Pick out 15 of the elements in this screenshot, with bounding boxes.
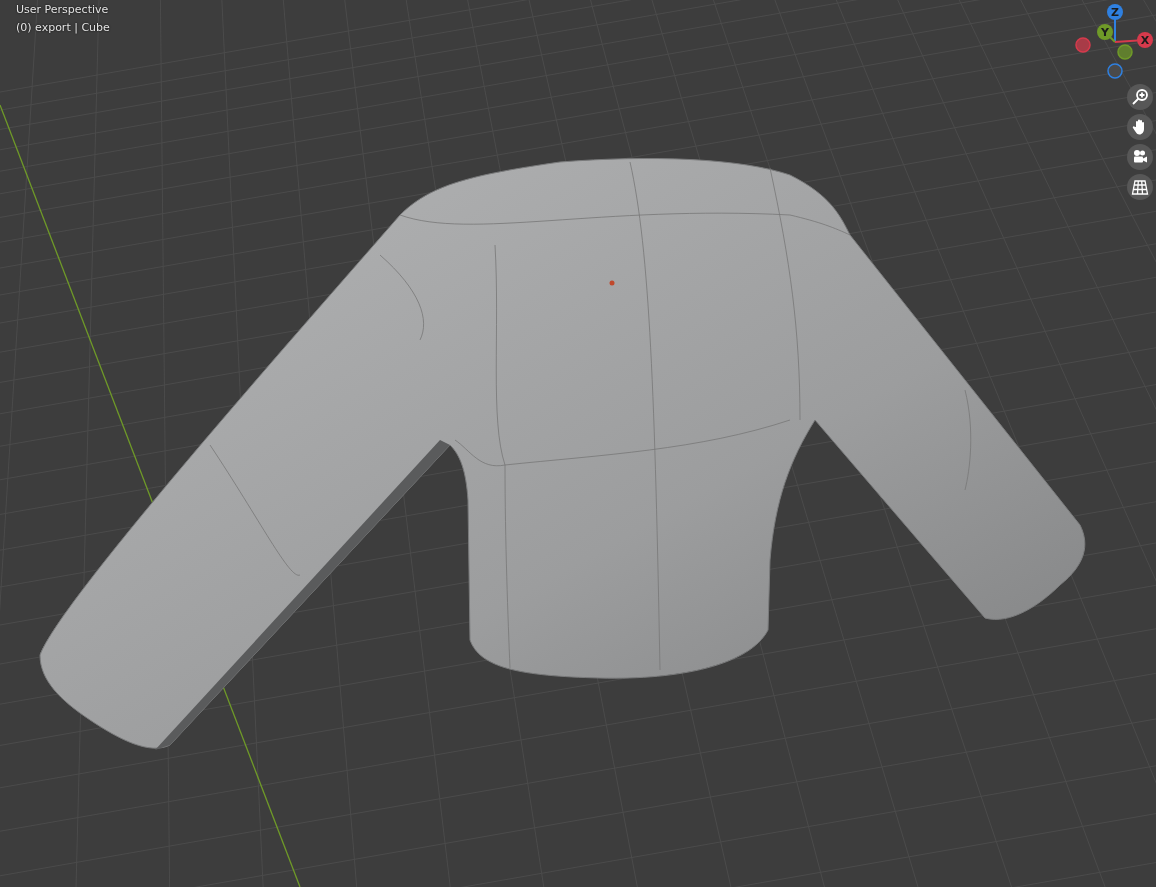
- axis-handle[interactable]: X: [1137, 32, 1153, 48]
- grid-view-button[interactable]: [1127, 174, 1153, 200]
- negative-axis-handle[interactable]: [1117, 44, 1133, 60]
- camera-button[interactable]: [1127, 144, 1153, 170]
- grid-icon: [1131, 178, 1149, 196]
- axis-handle[interactable]: Z: [1107, 4, 1123, 20]
- pan-button[interactable]: [1127, 114, 1153, 140]
- axis-handle[interactable]: Y: [1097, 24, 1113, 40]
- negative-axis-handle[interactable]: [1075, 37, 1091, 53]
- object-info: (0) export | Cube: [16, 20, 110, 36]
- magnifier-plus-icon: [1131, 88, 1149, 106]
- view-name: User Perspective: [16, 2, 109, 18]
- zoom-button[interactable]: [1127, 84, 1153, 110]
- movie-camera-icon: [1131, 148, 1149, 166]
- negative-axis-handle[interactable]: [1107, 63, 1123, 79]
